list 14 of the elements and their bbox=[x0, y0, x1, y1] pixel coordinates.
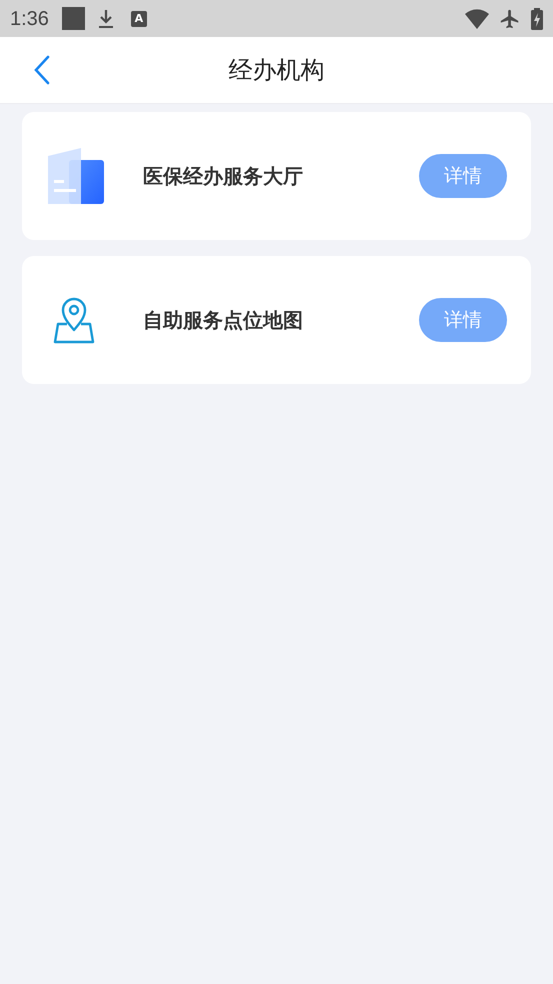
battery-icon bbox=[531, 8, 543, 30]
service-title: 自助服务点位地图 bbox=[143, 307, 304, 334]
document-icon bbox=[45, 146, 105, 206]
download-icon bbox=[98, 8, 114, 28]
back-icon bbox=[34, 55, 50, 85]
service-card[interactable]: 自助服务点位地图 详情 bbox=[22, 256, 531, 384]
text-badge-icon: A bbox=[130, 10, 147, 26]
notification-square-icon bbox=[62, 7, 85, 30]
airplane-icon bbox=[499, 8, 521, 30]
page-title: 经办机构 bbox=[228, 55, 324, 86]
status-time: 1:36 bbox=[10, 6, 49, 32]
service-title: 医保经办服务大厅 bbox=[143, 163, 304, 190]
wifi-icon bbox=[465, 8, 489, 28]
service-card[interactable]: 医保经办服务大厅 详情 bbox=[22, 112, 531, 240]
